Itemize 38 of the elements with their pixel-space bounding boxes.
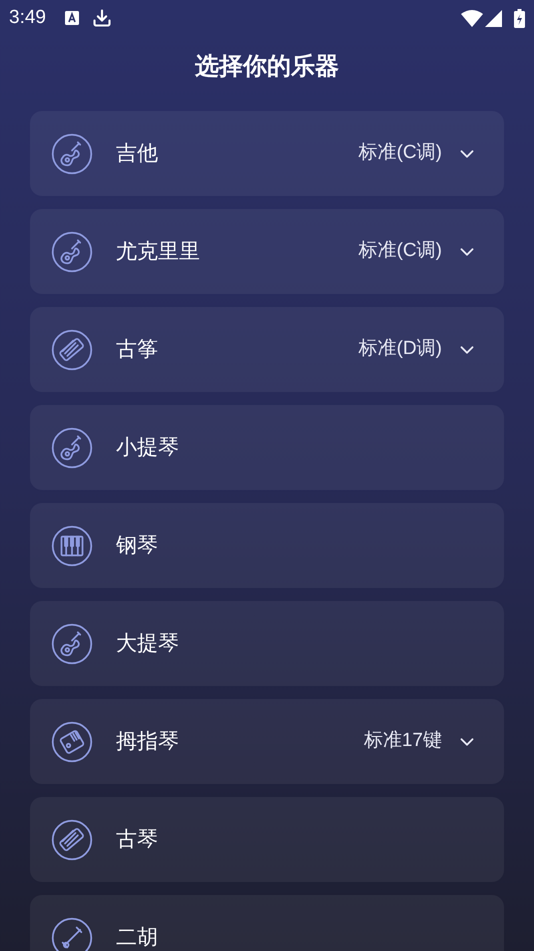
tuning-dropdown[interactable]: 标准17键 bbox=[364, 727, 478, 756]
page-title: 选择你的乐器 bbox=[194, 52, 340, 82]
guitar-icon bbox=[51, 132, 93, 174]
tuning-dropdown[interactable]: 标准(C调) bbox=[358, 139, 478, 168]
keyboard-icon bbox=[64, 10, 80, 26]
tuning-dropdown[interactable]: 标准(D调) bbox=[358, 335, 478, 364]
instrument-name: 小提琴 bbox=[116, 434, 180, 461]
download-icon bbox=[92, 8, 112, 28]
status-time: 3:49 bbox=[9, 6, 46, 30]
instrument-card[interactable]: 大提琴 bbox=[30, 601, 504, 686]
instrument-card[interactable]: 小提琴 bbox=[30, 405, 504, 490]
instrument-name: 二胡 bbox=[116, 924, 159, 951]
instrument-name: 尤克里里 bbox=[116, 238, 201, 265]
instrument-name: 古琴 bbox=[116, 826, 159, 853]
instrument-card[interactable]: 古筝 标准(D调) bbox=[30, 307, 504, 392]
instrument-name: 钢琴 bbox=[116, 532, 159, 559]
battery-icon bbox=[514, 8, 525, 28]
instrument-card[interactable]: 拇指琴 标准17键 bbox=[30, 699, 504, 784]
zither-icon bbox=[51, 818, 93, 860]
wifi-icon bbox=[461, 10, 483, 26]
instrument-name: 吉他 bbox=[116, 140, 159, 167]
instrument-card[interactable]: 古琴 bbox=[30, 797, 504, 882]
tuning-dropdown[interactable]: 标准(C调) bbox=[358, 237, 478, 266]
instrument-name: 拇指琴 bbox=[116, 728, 180, 755]
guitar-icon bbox=[51, 622, 93, 664]
instrument-name: 古筝 bbox=[116, 336, 159, 363]
piano-keys-icon bbox=[51, 524, 93, 566]
signal-icon bbox=[485, 10, 502, 26]
instrument-card[interactable]: 钢琴 bbox=[30, 503, 504, 588]
zither-icon bbox=[51, 328, 93, 370]
instrument-card[interactable]: 二胡 bbox=[30, 895, 504, 951]
instrument-card[interactable]: 尤克里里 标准(C调) bbox=[30, 209, 504, 294]
kalimba-icon bbox=[51, 720, 93, 762]
guitar-icon bbox=[51, 426, 93, 468]
erhu-icon bbox=[51, 916, 93, 951]
instrument-card[interactable]: 吉他 标准(C调) bbox=[30, 111, 504, 196]
guitar-icon bbox=[51, 230, 93, 272]
instrument-name: 大提琴 bbox=[116, 630, 180, 657]
